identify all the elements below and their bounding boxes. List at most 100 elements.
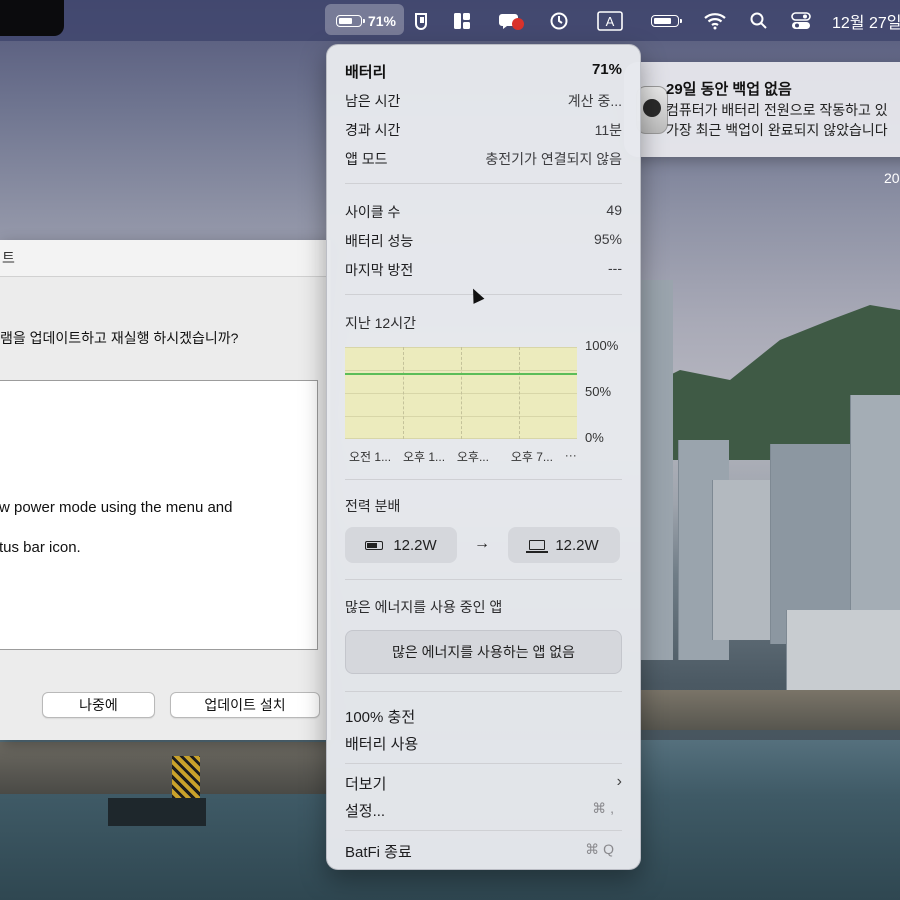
use-battery-item[interactable]: 배터리 사용 — [345, 733, 622, 755]
release-notes-line: w power mode using the menu and — [0, 499, 233, 516]
charge-to-100-label: 100% 충전 — [345, 709, 416, 726]
chart-x-tick-label: 오후 7... — [510, 450, 553, 464]
separator — [345, 294, 622, 295]
control-center-icon[interactable] — [788, 0, 814, 41]
chart-gridline-vertical — [519, 347, 520, 439]
chart-x-tick-label: ··· — [564, 448, 577, 462]
battery-health-row: 배터리 성능 95% — [345, 231, 622, 253]
notification-line-1: 컴퓨터가 배터리 전원으로 작동하고 있 — [666, 102, 888, 118]
desktop-widget-date: 20 — [884, 170, 900, 186]
battery-menu-extra[interactable]: 71% — [330, 0, 402, 41]
wallpaper-shore — [640, 690, 900, 730]
power-section-label: 전력 분배 — [345, 498, 401, 514]
spotlight-search-icon[interactable] — [746, 0, 772, 41]
battery-percent: 71% — [367, 12, 397, 29]
wifi-icon[interactable] — [702, 0, 728, 41]
svg-text:A: A — [606, 14, 615, 29]
wallpaper-tower — [712, 480, 779, 640]
separator — [345, 691, 622, 692]
chat-record-icon[interactable] — [496, 0, 528, 41]
chart-series-line — [345, 372, 577, 375]
battery-health-value: 95% — [593, 231, 622, 247]
energy-apps-label: 많은 에너지를 사용 중인 앱 — [345, 599, 503, 615]
energy-apps-box: 많은 에너지를 사용하는 앱 없음 — [345, 630, 622, 674]
cycle-count-row: 사이클 수 49 — [345, 202, 622, 224]
menu-bar-clock[interactable]: 12월 27일 — [832, 0, 900, 41]
time-remaining-label: 남은 시간 — [345, 93, 401, 109]
cycle-count-label: 사이클 수 — [345, 204, 401, 220]
charge-to-100-item[interactable]: 100% 충전 — [345, 706, 622, 728]
elapsed-time-value: 11분 — [594, 122, 622, 138]
chart-x-tick-label: 오후 1... — [402, 450, 446, 464]
battery-health-label: 배터리 성능 — [345, 233, 414, 249]
quit-menu-item[interactable]: BatFi 종료 ⌘ Q — [345, 841, 622, 863]
arrow-right-icon: → — [474, 535, 490, 552]
charger-icon — [365, 540, 384, 550]
power-output-value: 12.2W — [555, 536, 599, 554]
settings-shortcut: ⌘ , — [592, 800, 614, 816]
notification-body: 컴퓨터가 배터리 전원으로 작동하고 있 가장 최근 백업이 완료되지 않았습니… — [666, 100, 888, 140]
app-mode-row: 앱 모드 충전기가 연결되지 않음 — [345, 149, 622, 171]
separator — [345, 830, 622, 831]
last-discharge-value: --- — [608, 260, 622, 276]
chevron-right-icon: › — [616, 773, 622, 790]
battery-header-percent: 71% — [591, 61, 622, 78]
release-notes-area[interactable]: w power mode using the menu and tus bar … — [0, 380, 318, 650]
app-mode-label: 앱 모드 — [345, 151, 388, 167]
window-layout-icon[interactable] — [448, 0, 476, 41]
settings-menu-item[interactable]: 설정... ⌘ , — [345, 800, 622, 822]
menu-bar: 71% A 12월 27일 — [0, 0, 900, 41]
update-dialog: 트 램을 업데이트하고 재실행 하시겠습니까? w power mode usi… — [0, 240, 331, 740]
quit-shortcut: ⌘ Q — [585, 841, 614, 857]
time-remaining-row: 남은 시간 계산 중... — [345, 91, 622, 113]
battery-icon — [335, 14, 365, 27]
power-input-box: 12.2W — [345, 527, 457, 563]
separator — [345, 479, 622, 480]
notification-line-2: 가장 최근 백업이 완료되지 않았습니다 — [666, 122, 888, 138]
chart-y-tick-label: 100% — [585, 338, 619, 353]
dialog-question: 램을 업데이트하고 재실행 하시겠습니까? — [0, 330, 239, 346]
wallpaper-building — [786, 610, 900, 690]
input-source-icon[interactable]: A — [596, 0, 624, 41]
power-output-box: 12.2W — [508, 527, 620, 563]
more-label: 더보기 — [345, 776, 387, 793]
dialog-titlebar[interactable]: 트 — [0, 240, 330, 277]
battery-menu-panel: 배터리 71% 남은 시간 계산 중... 경과 시간 11분 앱 모드 충전기… — [326, 44, 641, 870]
time-machine-icon[interactable] — [546, 0, 572, 41]
menu-bar-app-area — [0, 0, 64, 36]
app-mode-value: 충전기가 연결되지 않음 — [485, 151, 622, 167]
chart-gridline-vertical — [403, 347, 404, 439]
last-discharge-label: 마지막 방전 — [345, 262, 414, 278]
chart-plot-area — [345, 347, 577, 439]
system-battery-icon[interactable] — [648, 0, 682, 41]
cycle-count-value: 49 — [606, 202, 622, 218]
wallpaper-boat — [108, 798, 206, 826]
chart-x-tick-label: 오후... — [456, 450, 489, 464]
chart-y-tick-label: 50% — [585, 384, 612, 399]
elapsed-time-row: 경과 시간 11분 — [345, 120, 622, 142]
power-input-value: 12.2W — [393, 536, 437, 554]
backup-notification[interactable]: 29일 동안 백업 없음 컴퓨터가 배터리 전원으로 작동하고 있 가장 최근 … — [624, 62, 900, 157]
wallpaper-pier — [0, 742, 330, 794]
dialog-title: 트 — [2, 250, 15, 266]
use-battery-label: 배터리 사용 — [345, 736, 419, 753]
battery-title: 배터리 — [345, 64, 387, 81]
wallpaper-tower — [640, 280, 673, 660]
later-button[interactable]: 나중에 — [42, 692, 155, 718]
notification-title: 29일 동안 백업 없음 — [666, 81, 792, 98]
shield-app-icon[interactable] — [408, 0, 434, 41]
history-section-label: 지난 12시간 — [345, 315, 416, 331]
chart-gridline-vertical — [461, 347, 462, 439]
laptop-icon — [526, 540, 549, 553]
separator — [345, 763, 622, 764]
install-update-button[interactable]: 업데이트 설치 — [170, 692, 320, 718]
more-menu-item[interactable]: 더보기 › — [345, 773, 622, 795]
battery-history-chart: 100% 50% 0% 오전 1... 오후 1... 오후... 오후 7... ··· — [345, 338, 622, 467]
wallpaper-tower — [850, 395, 900, 635]
wallpaper-crane — [172, 756, 200, 804]
last-discharge-row: 마지막 방전 --- — [345, 260, 622, 282]
release-notes-line: tus bar icon. — [0, 539, 81, 556]
separator — [345, 579, 622, 580]
chart-y-tick-label: 0% — [585, 430, 604, 445]
elapsed-time-label: 경과 시간 — [345, 122, 401, 138]
